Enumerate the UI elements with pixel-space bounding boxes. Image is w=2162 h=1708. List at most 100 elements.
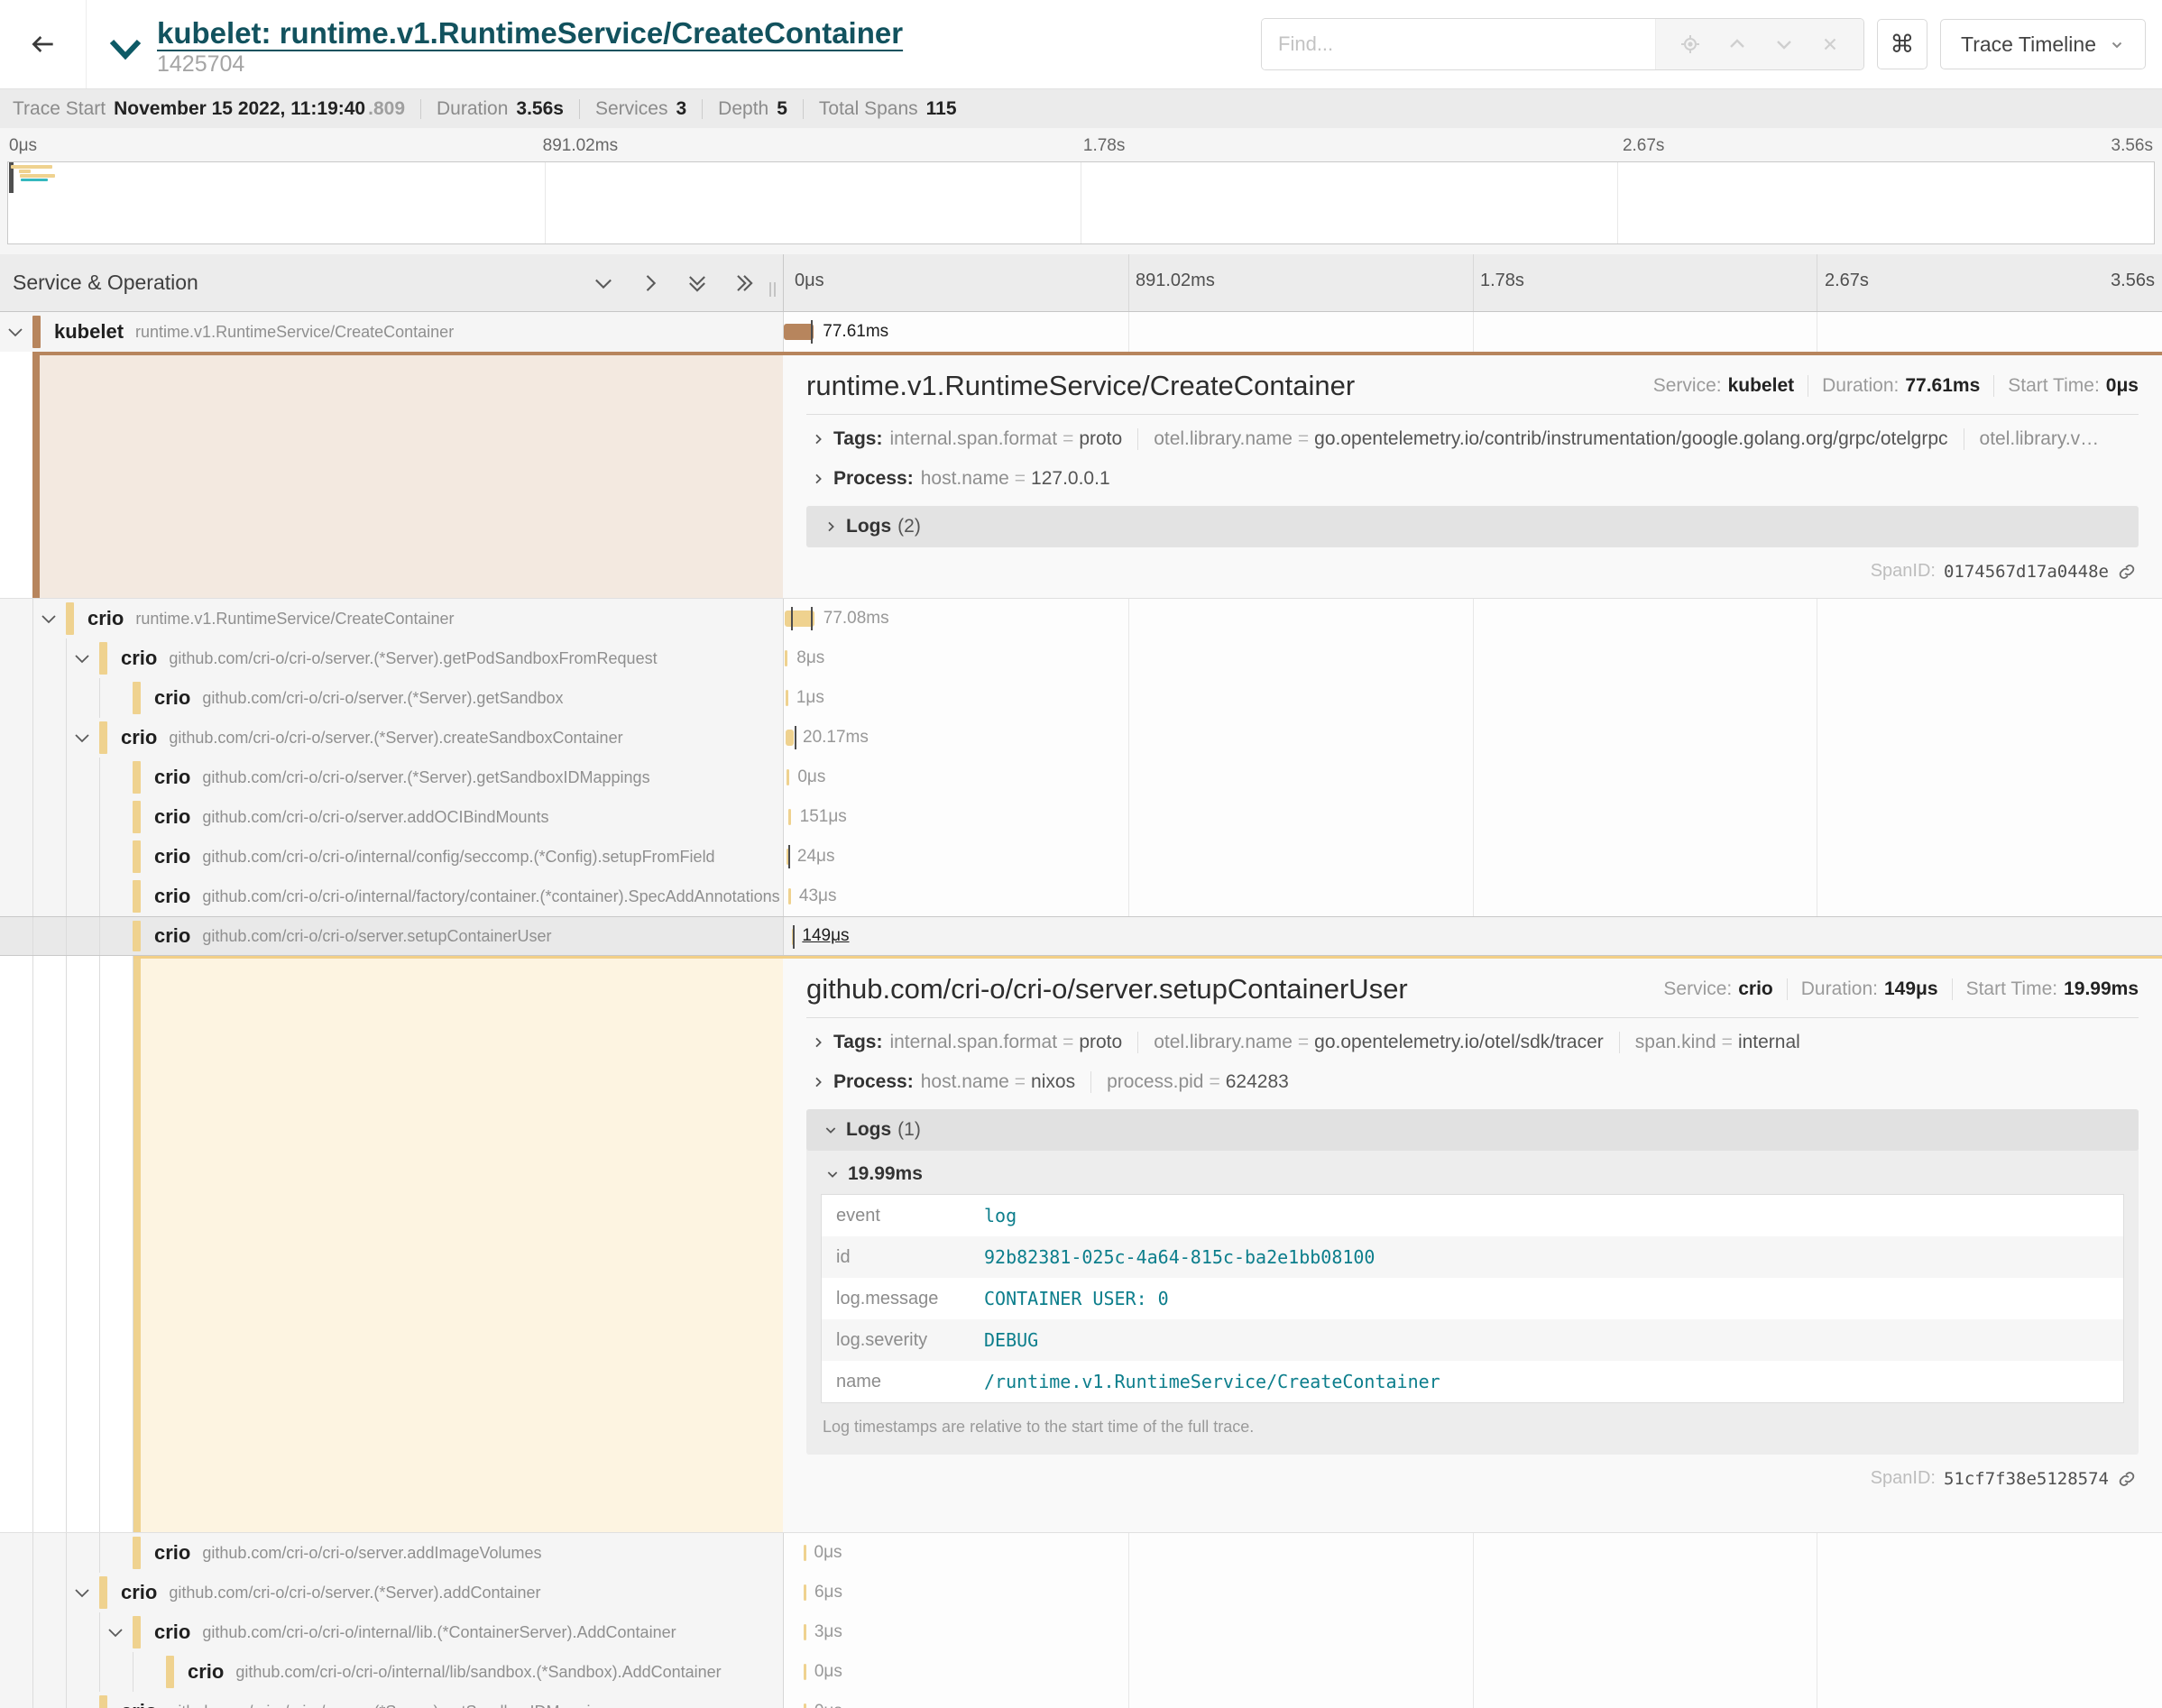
span-timeline-cell: 43μs xyxy=(783,877,2162,916)
chevron-down-icon xyxy=(821,1167,844,1181)
span-duration-bar[interactable] xyxy=(787,769,789,785)
span-duration-bar[interactable] xyxy=(788,809,791,825)
detail-left-filler xyxy=(32,355,783,598)
log-field-row: eventlog xyxy=(822,1195,2123,1236)
span-timeline-cell: 149μs xyxy=(783,917,2162,955)
logs-section: Logs (1) 19.99ms eventlog id92b82381-025… xyxy=(806,1109,2139,1455)
span-timeline-cell: 24μs xyxy=(783,837,2162,877)
span-duration-bar[interactable] xyxy=(804,1703,806,1708)
timeline-minimap: 0μs 891.02ms 1.78s 2.67s 3.56s xyxy=(0,128,2162,254)
copy-link-icon[interactable] xyxy=(2117,562,2137,582)
service-operation-title: Service & Operation xyxy=(13,271,198,295)
copy-link-icon[interactable] xyxy=(2117,1469,2137,1489)
log-marker xyxy=(795,726,796,749)
logs-accordion[interactable]: Logs (2) xyxy=(806,506,2139,547)
chevron-right-icon xyxy=(819,519,842,534)
operation-name: github.com/cri-o/cri-o/internal/factory/… xyxy=(202,887,779,906)
clear-find-close-icon[interactable] xyxy=(1820,34,1840,54)
collapse-all-double-chevron-down-icon[interactable] xyxy=(685,271,710,296)
chevron-right-icon xyxy=(806,1035,830,1050)
tags-accordion[interactable]: Tags: internal.span.format=proto otel.li… xyxy=(806,419,2139,459)
operation-name: github.com/cri-o/cri-o/server.(*Server).… xyxy=(169,729,622,748)
trace-title-link[interactable]: kubelet: runtime.v1.RuntimeService/Creat… xyxy=(157,16,903,51)
span-duration-bar[interactable] xyxy=(804,1545,806,1561)
operation-name: github.com/cri-o/cri-o/server.setupConta… xyxy=(202,927,551,946)
chevron-down-icon xyxy=(819,1123,842,1137)
operation-name: github.com/cri-o/cri-o/internal/config/s… xyxy=(202,848,714,867)
span-duration-bar[interactable] xyxy=(804,1664,806,1680)
span-duration-bar[interactable] xyxy=(804,1584,806,1601)
span-row-crio[interactable]: criogithub.com/cri-o/cri-o/server.(*Serv… xyxy=(0,1573,2162,1612)
span-duration-label: 6μs xyxy=(814,1583,842,1602)
span-row-crio[interactable]: criogithub.com/cri-o/cri-o/internal/conf… xyxy=(0,837,2162,877)
service-name: crio xyxy=(154,766,190,789)
span-row-crio[interactable]: crioruntime.v1.RuntimeService/CreateCont… xyxy=(0,599,2162,638)
view-selector-dropdown[interactable]: Trace Timeline xyxy=(1940,19,2146,69)
span-row-crio[interactable]: crio github.com/cri-o/cri-o/server.(*Serv… xyxy=(0,718,2162,758)
operation-name: github.com/cri-o/cri-o/server.addImageVo… xyxy=(202,1544,541,1563)
span-name-cell: crioruntime.v1.RuntimeService/CreateCont… xyxy=(0,599,783,638)
log-entry-accordion[interactable]: 19.99ms xyxy=(821,1154,2124,1194)
span-duration-label: 43μs xyxy=(799,886,837,906)
service-name: crio xyxy=(121,1581,157,1604)
detail-title: runtime.v1.RuntimeService/CreateContaine… xyxy=(806,370,1355,402)
summary-duration: Duration3.56s xyxy=(437,98,564,120)
expand-all-double-chevron-right-icon[interactable] xyxy=(731,271,757,296)
span-duration-bar[interactable] xyxy=(785,650,787,666)
operation-name: github.com/cri-o/cri-o/server.(*Server).… xyxy=(169,1703,616,1708)
trace-expander-chevron-icon[interactable] xyxy=(108,38,143,61)
span-row-crio[interactable]: criogithub.com/cri-o/cri-o/server.setupC… xyxy=(0,916,2162,956)
span-row-crio[interactable]: criogithub.com/cri-o/cri-o/server.(*Serv… xyxy=(0,758,2162,797)
span-duration-bar[interactable] xyxy=(786,690,788,706)
expand-one-chevron-right-icon[interactable] xyxy=(638,271,663,296)
collapse-one-chevron-down-icon[interactable] xyxy=(591,271,616,296)
span-duration-label: 20.17ms xyxy=(803,728,869,748)
service-name: crio xyxy=(154,805,190,829)
span-duration-label: 0μs xyxy=(814,1662,842,1682)
find-group xyxy=(1261,18,1864,70)
keyboard-shortcuts-button[interactable]: ⌘ xyxy=(1877,19,1927,69)
span-row-crio[interactable]: criogithub.com/cri-o/cri-o/internal/fact… xyxy=(0,877,2162,916)
span-row-crio[interactable]: criogithub.com/cri-o/cri-o/server.(*Serv… xyxy=(0,678,2162,718)
column-resizer[interactable] xyxy=(769,282,776,297)
tags-accordion[interactable]: Tags: internal.span.format=proto otel.li… xyxy=(806,1023,2139,1062)
span-name-cell: criogithub.com/cri-o/cri-o/server.(*Serv… xyxy=(0,1692,783,1708)
span-row-crio[interactable]: criogithub.com/cri-o/cri-o/server.addIma… xyxy=(0,1533,2162,1573)
view-selector-label: Trace Timeline xyxy=(1961,32,2096,57)
span-id-row: SpanID: 51cf7f38e5128574 xyxy=(806,1455,2139,1498)
locate-target-icon[interactable] xyxy=(1679,33,1701,55)
span-rows: kubeletruntime.v1.RuntimeService/CreateC… xyxy=(0,312,2162,1708)
service-name: crio xyxy=(188,1660,224,1684)
span-name-cell: criogithub.com/cri-o/cri-o/server.(*Serv… xyxy=(0,758,783,797)
process-accordion[interactable]: Process: host.name=127.0.0.1 xyxy=(806,459,2139,499)
minimap-span-bar xyxy=(20,174,55,178)
operation-name: runtime.v1.RuntimeService/CreateContaine… xyxy=(135,323,454,342)
span-duration-bar[interactable] xyxy=(784,324,814,340)
span-timeline-cell: 151μs xyxy=(783,797,2162,837)
summary-total-spans: Total Spans115 xyxy=(819,98,957,120)
process-accordion[interactable]: Process: host.name=nixos process.pid=624… xyxy=(806,1062,2139,1102)
span-row-crio[interactable]: criogithub.com/cri-o/cri-o/server.(*Serv… xyxy=(0,638,2162,678)
span-row-crio[interactable]: criogithub.com/cri-o/cri-o/server.(*Serv… xyxy=(0,1692,2162,1708)
back-button[interactable] xyxy=(0,0,87,88)
logs-accordion[interactable]: Logs (1) xyxy=(806,1109,2139,1151)
span-duration-bar[interactable] xyxy=(804,1624,806,1640)
span-row-crio[interactable]: criogithub.com/cri-o/cri-o/internal/lib/… xyxy=(0,1652,2162,1692)
span-duration-label: 0μs xyxy=(814,1543,842,1563)
span-row-crio[interactable]: criogithub.com/cri-o/cri-o/server.addOCI… xyxy=(0,797,2162,837)
operation-name: github.com/cri-o/cri-o/server.(*Server).… xyxy=(202,689,563,708)
minimap-canvas[interactable] xyxy=(7,161,2155,244)
span-row-kubelet[interactable]: kubeletruntime.v1.RuntimeService/CreateC… xyxy=(0,312,2162,352)
trace-summary-bar: Trace StartNovember 15 2022, 11:19:40.80… xyxy=(0,88,2162,128)
prev-match-chevron-up-icon[interactable] xyxy=(1726,33,1748,55)
span-row-crio[interactable]: criogithub.com/cri-o/cri-o/internal/lib.… xyxy=(0,1612,2162,1652)
span-duration-bar[interactable] xyxy=(788,888,791,905)
find-input[interactable] xyxy=(1262,19,1655,69)
log-fields-table: eventlog id92b82381-025c-4a64-815c-ba2e1… xyxy=(821,1194,2124,1403)
log-timestamps-note: Log timestamps are relative to the start… xyxy=(821,1403,2124,1447)
chevron-right-icon xyxy=(806,1075,830,1089)
detail-left-filler xyxy=(133,959,783,1532)
service-name: crio xyxy=(121,726,157,749)
next-match-chevron-down-icon[interactable] xyxy=(1773,33,1795,55)
span-duration-bar[interactable] xyxy=(786,730,794,746)
